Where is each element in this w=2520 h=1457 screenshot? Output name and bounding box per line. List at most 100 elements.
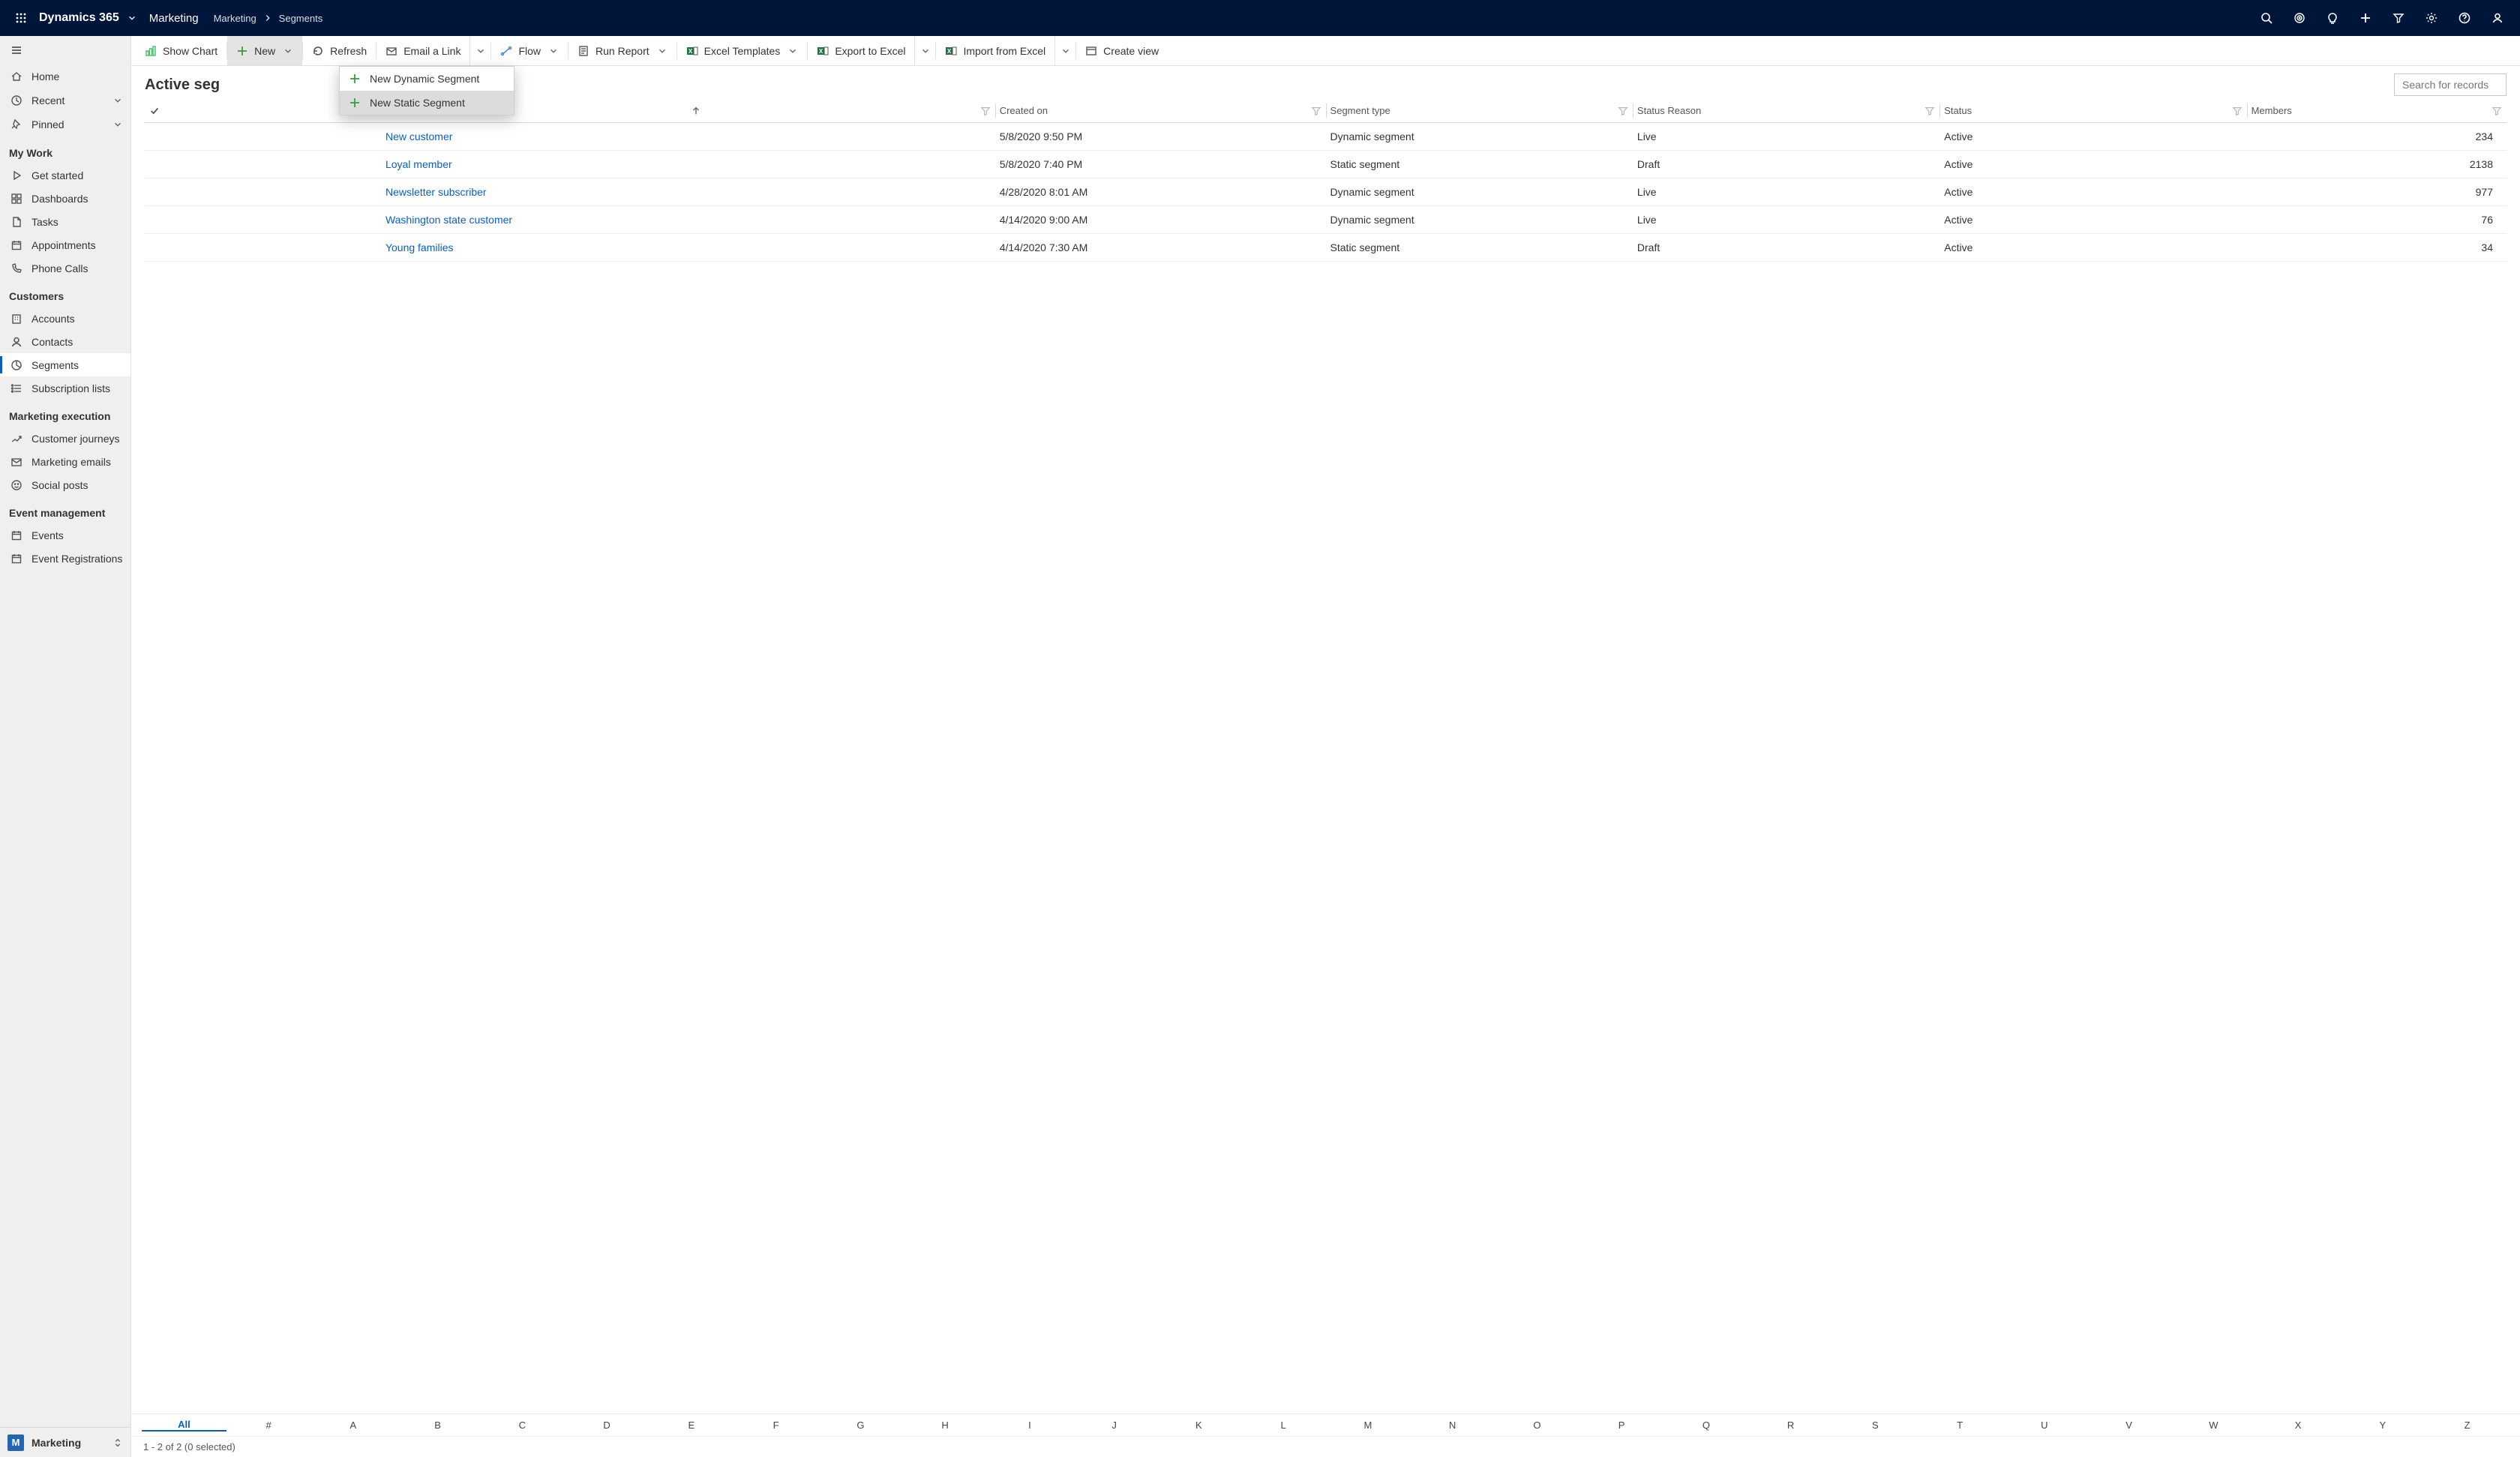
jump-#[interactable]: # (226, 1420, 311, 1431)
col-members[interactable]: Members (2252, 105, 2292, 116)
jump-H[interactable]: H (903, 1420, 988, 1431)
nav-marketing-emails[interactable]: Marketing emails (0, 450, 130, 473)
insights-icon[interactable] (2316, 0, 2349, 36)
filter-icon[interactable] (2232, 106, 2242, 116)
row-name[interactable]: Loyal member (381, 151, 995, 178)
col-reason[interactable]: Status Reason (1637, 105, 1701, 116)
nav-contacts[interactable]: Contacts (0, 330, 130, 353)
cmd-show-chart[interactable]: Show Chart (136, 36, 226, 65)
table-row[interactable]: Newsletter subscriber 4/28/2020 8:01 AM … (145, 178, 2506, 206)
row-name[interactable]: New customer (381, 123, 995, 151)
assistant-icon[interactable] (2283, 0, 2316, 36)
account-icon[interactable] (2481, 0, 2514, 36)
jump-D[interactable]: D (565, 1420, 650, 1431)
jump-M[interactable]: M (1326, 1420, 1411, 1431)
filter-icon[interactable] (1924, 106, 1935, 116)
nav-event-registrations[interactable]: Event Registrations (0, 547, 130, 570)
row-name[interactable]: Washington state customer (381, 206, 995, 234)
cmd-create-view[interactable]: Create view (1076, 36, 1168, 65)
cmd-run-report[interactable]: Run Report (568, 36, 676, 65)
sort-asc-icon[interactable] (691, 106, 701, 116)
jump-G[interactable]: G (818, 1420, 903, 1431)
nav-events[interactable]: Events (0, 523, 130, 547)
table-row[interactable]: New customer 5/8/2020 9:50 PM Dynamic se… (145, 123, 2506, 151)
nav-subscription-lists[interactable]: Subscription lists (0, 376, 130, 400)
brand-chevron-icon[interactable] (127, 13, 137, 23)
cmd-export-excel[interactable]: Export to Excel (808, 36, 914, 65)
nav-social-posts[interactable]: Social posts (0, 473, 130, 496)
cmd-email-link[interactable]: Email a Link (376, 36, 470, 65)
jump-O[interactable]: O (1495, 1420, 1580, 1431)
jump-T[interactable]: T (1918, 1420, 2002, 1431)
check-icon[interactable] (149, 106, 160, 116)
jump-S[interactable]: S (1833, 1420, 1918, 1431)
cmd-excel-templates[interactable]: Excel Templates (677, 36, 808, 65)
jump-E[interactable]: E (650, 1420, 734, 1431)
jump-C[interactable]: C (480, 1420, 565, 1431)
table-row[interactable]: Loyal member 5/8/2020 7:40 PM Static seg… (145, 151, 2506, 178)
cmd-new[interactable]: New (227, 36, 302, 65)
nav-pinned[interactable]: Pinned (0, 112, 130, 136)
jump-Q[interactable]: Q (1664, 1420, 1749, 1431)
nav-get-started[interactable]: Get started (0, 163, 130, 187)
search-records[interactable] (2394, 73, 2506, 96)
jump-J[interactable]: J (1072, 1420, 1156, 1431)
jump-B[interactable]: B (395, 1420, 480, 1431)
nav-phone-calls[interactable]: Phone Calls (0, 256, 130, 280)
nav-accounts[interactable]: Accounts (0, 307, 130, 330)
jump-K[interactable]: K (1156, 1420, 1241, 1431)
nav-customer-journeys[interactable]: Customer journeys (0, 427, 130, 450)
page-title[interactable]: Active seg (145, 76, 220, 94)
table-row[interactable]: Washington state customer 4/14/2020 9:00… (145, 206, 2506, 234)
filter-icon[interactable] (1311, 106, 1322, 116)
jump-Y[interactable]: Y (2341, 1420, 2426, 1431)
search-input[interactable] (2401, 78, 2520, 91)
jump-All[interactable]: All (142, 1419, 226, 1432)
advanced-filter-icon[interactable] (2382, 0, 2415, 36)
brand-title[interactable]: Dynamics 365 (39, 11, 119, 25)
cmd-flow[interactable]: Flow (491, 36, 568, 65)
new-static-segment[interactable]: New Static Segment (340, 91, 514, 115)
app-launcher-icon[interactable] (6, 12, 36, 24)
nav-home[interactable]: Home (0, 64, 130, 88)
col-status[interactable]: Status (1944, 105, 1972, 116)
new-dynamic-segment[interactable]: New Dynamic Segment (340, 67, 514, 91)
filter-icon[interactable] (980, 106, 991, 116)
jump-W[interactable]: W (2171, 1420, 2256, 1431)
nav-dashboards[interactable]: Dashboards (0, 187, 130, 210)
help-icon[interactable] (2448, 0, 2481, 36)
jump-Z[interactable]: Z (2425, 1420, 2510, 1431)
nav-segments[interactable]: Segments (0, 353, 130, 376)
jump-N[interactable]: N (1410, 1420, 1495, 1431)
jump-I[interactable]: I (988, 1420, 1072, 1431)
jump-V[interactable]: V (2086, 1420, 2171, 1431)
row-name[interactable]: Newsletter subscriber (381, 178, 995, 206)
quick-create-icon[interactable] (2349, 0, 2382, 36)
global-search-icon[interactable] (2250, 0, 2283, 36)
cmd-import-excel[interactable]: Import from Excel (936, 36, 1054, 65)
jump-P[interactable]: P (1580, 1420, 1664, 1431)
jump-F[interactable]: F (734, 1420, 818, 1431)
jump-X[interactable]: X (2256, 1420, 2341, 1431)
jump-U[interactable]: U (2002, 1420, 2087, 1431)
area-switcher[interactable]: M Marketing (0, 1427, 130, 1457)
settings-icon[interactable] (2415, 0, 2448, 36)
col-created[interactable]: Created on (1000, 105, 1048, 116)
jump-A[interactable]: A (311, 1420, 396, 1431)
jump-R[interactable]: R (1748, 1420, 1833, 1431)
app-area-label[interactable]: Marketing (149, 12, 199, 25)
nav-toggle-icon[interactable] (10, 44, 22, 56)
nav-tasks[interactable]: Tasks (0, 210, 130, 233)
row-name[interactable]: Young families (381, 234, 995, 262)
cmd-import-excel-split[interactable] (1054, 36, 1076, 65)
filter-icon[interactable] (1618, 106, 1628, 116)
col-type[interactable]: Segment type (1330, 105, 1390, 116)
cmd-refresh[interactable]: Refresh (303, 36, 376, 65)
cmd-email-link-split[interactable] (470, 36, 490, 65)
filter-icon[interactable] (2492, 106, 2502, 116)
nav-recent[interactable]: Recent (0, 88, 130, 112)
nav-appointments[interactable]: Appointments (0, 233, 130, 256)
breadcrumb-root[interactable]: Marketing (214, 13, 256, 24)
table-row[interactable]: Young families 4/14/2020 7:30 AM Static … (145, 234, 2506, 262)
jump-L[interactable]: L (1241, 1420, 1326, 1431)
